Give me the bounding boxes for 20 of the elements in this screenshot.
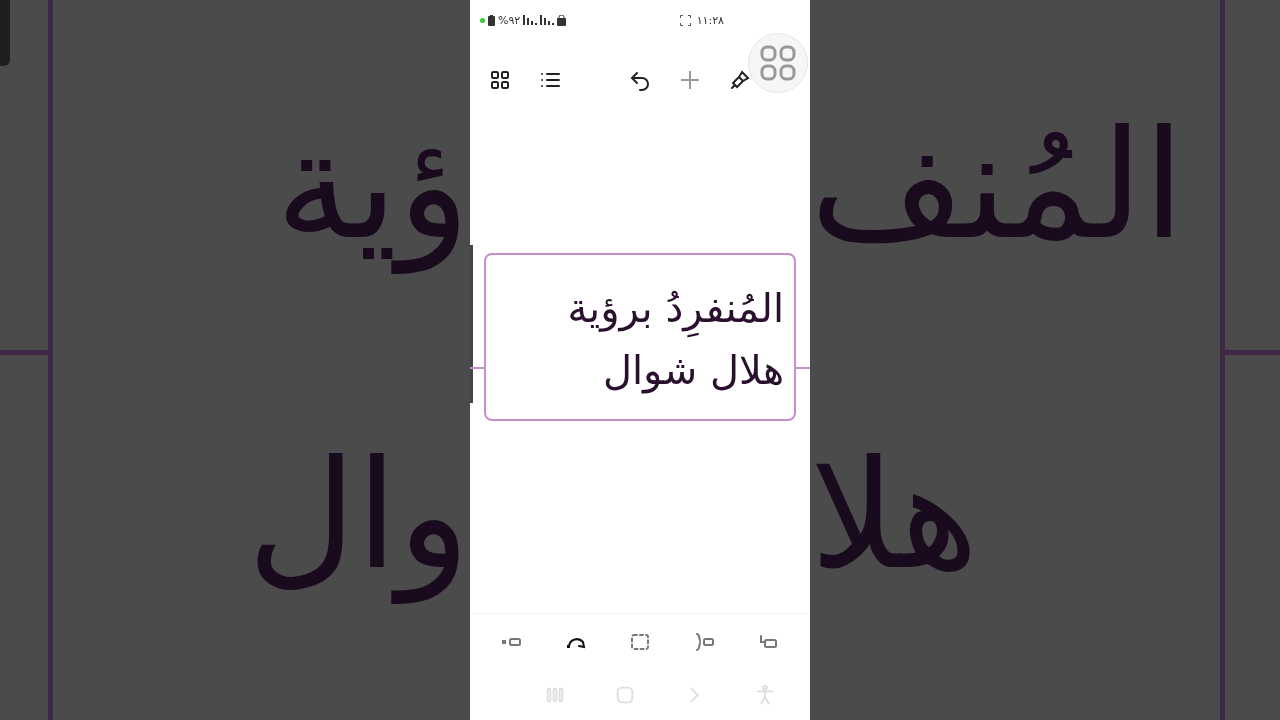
window-edge xyxy=(0,0,10,66)
brush-icon[interactable] xyxy=(728,68,752,92)
indicator-dot xyxy=(480,17,485,23)
add-icon[interactable] xyxy=(678,68,702,92)
backdrop-text: المُنف xyxy=(810,96,1185,274)
screenshot-icon xyxy=(679,14,691,26)
backdrop-text: وال xyxy=(246,426,470,606)
node-text: هلال شوال xyxy=(602,345,784,396)
battery-icon xyxy=(488,14,495,26)
backdrop-text: هلا xyxy=(810,426,979,604)
lock-icon xyxy=(557,14,567,26)
clock: ١١:٢٨ xyxy=(696,13,724,27)
grid-icon xyxy=(759,44,797,82)
battery-percent: %٩٢ xyxy=(498,13,521,27)
mind-map-node[interactable]: المُنفرِدُ برؤية هلال شوال xyxy=(484,252,796,421)
backdrop-text: ؤية xyxy=(275,96,470,276)
node-text: المُنفرِدُ برؤية xyxy=(567,276,784,339)
signal-icon xyxy=(540,15,555,25)
signal-icon xyxy=(523,15,538,25)
grid-icon[interactable] xyxy=(488,68,512,92)
